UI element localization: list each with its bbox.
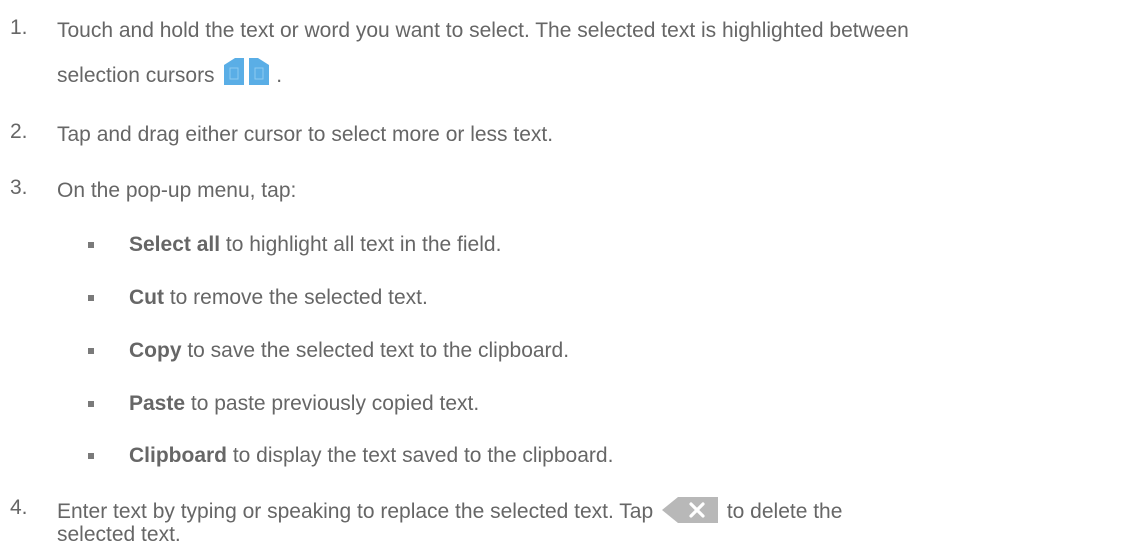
step-3-text: On the pop-up menu, tap: [57,179,297,202]
step-1-text-after-icon: . [276,64,283,87]
bullet-square-icon [88,242,94,248]
bullet-item: Clipboard to display the text saved to t… [0,441,1146,471]
menu-option-name: Cut [129,286,164,309]
selection-cursors-icon [223,57,270,86]
menu-option-name: Select all [129,233,221,256]
step-2-text: Tap and drag either cursor to select mor… [57,123,554,146]
bullet-square-icon [88,295,94,301]
menu-option-description: to paste previously copied text. [185,392,480,415]
bullet-item: Select all to highlight all text in the … [0,230,1146,260]
bullet-item: Cut to remove the selected text. [0,283,1146,313]
step-number: 3. [10,176,28,199]
step-1-line-1: Touch and hold the text or word you want… [57,19,909,42]
bullet-square-icon [88,348,94,354]
bullet-item: Copy to save the selected text to the cl… [0,336,1146,366]
backspace-delete-icon [661,497,718,523]
bullet-square-icon [88,453,94,459]
step-number: 1. [10,16,28,39]
menu-option-name: Clipboard [129,444,227,467]
step-number: 2. [10,120,28,143]
step-4-line-1: Enter text by typing or speaking to repl… [57,496,1146,523]
menu-option-description: to display the text saved to the clipboa… [227,444,614,467]
step-4-text-after-icon: to delete the [726,500,843,523]
bullet-item: Paste to paste previously copied text. [0,389,1146,419]
menu-option-description: to remove the selected text. [164,286,428,309]
step-1-line-2: selection cursors . [57,57,1146,87]
bullet-square-icon [88,401,94,407]
menu-option-name: Copy [129,339,182,362]
right-cursor-icon [249,58,270,85]
instruction-steps: 1. Touch and hold the text or word you w… [0,0,1146,546]
step-number: 4. [10,496,28,519]
step-4-text-before-icon: Enter text by typing or speaking to repl… [57,500,654,523]
left-cursor-icon [224,58,245,85]
step-4-line-2: selected text. [57,523,181,546]
step-1-text-before-icon: selection cursors [57,64,215,87]
menu-option-name: Paste [129,392,186,415]
menu-option-description: to save the selected text to the clipboa… [181,339,570,362]
menu-option-description: to highlight all text in the field. [220,233,502,256]
